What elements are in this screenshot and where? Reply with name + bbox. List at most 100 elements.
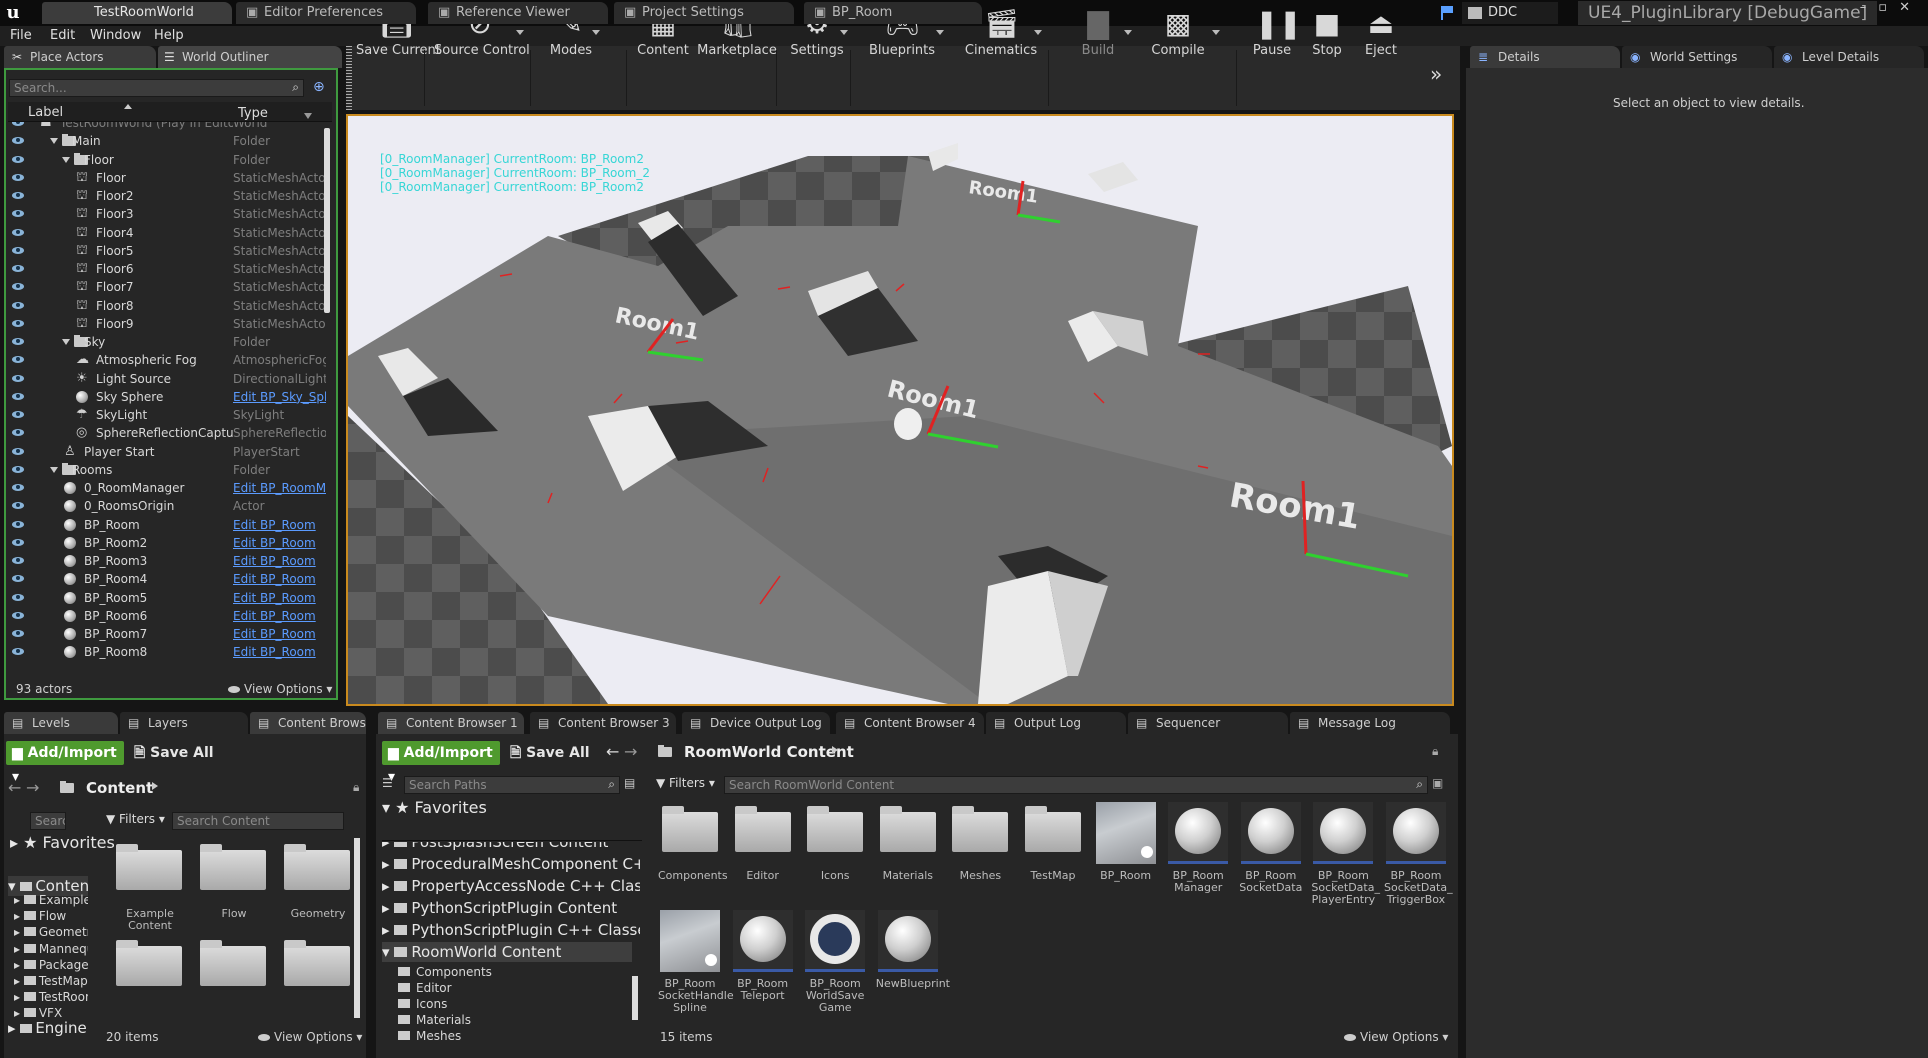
- tab-output-log[interactable]: ▤ Output Log: [986, 712, 1126, 734]
- expand-arrow-icon[interactable]: [62, 339, 70, 345]
- outliner-row[interactable]: ⛫ Floor5 StaticMeshActor: [8, 242, 326, 260]
- dropdown-caret-icon[interactable]: [592, 30, 600, 35]
- add-import-button[interactable]: ▆ Add/Import ▾: [382, 741, 500, 785]
- edit-blueprint-link[interactable]: Edit BP_Room: [233, 552, 326, 570]
- outliner-row[interactable]: Rooms Folder: [8, 461, 326, 479]
- visibility-eye-icon[interactable]: [12, 593, 24, 601]
- source-tree-item[interactable]: ▸ ProceduralMeshComponent C++ Classes: [382, 854, 640, 874]
- tab-place-actors[interactable]: ✂ Place Actors: [4, 46, 156, 68]
- outliner-row[interactable]: ◎ SphereReflectionCaptureSphereReflection…: [8, 424, 326, 442]
- outliner-row[interactable]: BP_Room8 Edit BP_Room: [8, 643, 326, 661]
- menu-help[interactable]: Help: [154, 28, 184, 43]
- dropdown-caret-icon[interactable]: [1124, 30, 1132, 35]
- source-tree-item[interactable]: ▸ PostSplashScreen Content: [382, 842, 608, 852]
- blueprint-asset[interactable]: NewBlueprint: [876, 910, 950, 990]
- expand-arrow-icon[interactable]: [50, 466, 58, 473]
- tab-world-outliner[interactable]: ☰ World Outliner: [158, 46, 342, 68]
- view-options-button[interactable]: View Options ▾: [1344, 1030, 1448, 1044]
- outliner-row[interactable]: Sky Sphere Edit BP_Sky_Sphere: [8, 388, 326, 406]
- source-subtree-item[interactable]: Materials: [398, 1012, 471, 1028]
- source-subtree-item[interactable]: Editor: [398, 980, 452, 996]
- outliner-row[interactable]: Main Folder: [8, 132, 326, 150]
- tab-content-browser-4[interactable]: ▤ Content Browser 4: [836, 712, 984, 734]
- visibility-eye-icon[interactable]: [12, 192, 24, 199]
- cb2-folder-asset[interactable]: Flow: [194, 840, 274, 920]
- visibility-eye-icon[interactable]: [12, 520, 24, 528]
- menu-window[interactable]: Window: [90, 28, 141, 43]
- source-subtree-item[interactable]: Components: [398, 964, 492, 980]
- visibility-eye-icon[interactable]: [12, 411, 24, 418]
- expand-arrow-icon[interactable]: [62, 156, 70, 163]
- edit-blueprint-link[interactable]: Edit BP_Room: [233, 570, 326, 588]
- visibility-eye-icon[interactable]: [12, 122, 24, 126]
- outliner-row[interactable]: ☁ Atmospheric Fog AtmosphericFog: [8, 351, 326, 369]
- outliner-row[interactable]: ☗ TestRoomWorld (Play In Editor) World: [8, 122, 326, 132]
- visibility-eye-icon[interactable]: [12, 575, 24, 583]
- folder-asset[interactable]: Materials: [876, 802, 940, 882]
- source-tree-item[interactable]: ▸ PropertyAccessNode C++ Classes: [382, 876, 640, 896]
- level-viewport[interactable]: Room1 Room1 Room1 Room1 [0_RoomManager] …: [346, 114, 1454, 706]
- build-button[interactable]: ▇ Build: [1062, 0, 1134, 64]
- minimize-icon[interactable]: –: [1860, 0, 1879, 15]
- content-search-input[interactable]: Search RoomWorld Content ⌕: [724, 776, 1428, 794]
- visibility-eye-icon[interactable]: [12, 173, 24, 181]
- tab-layers[interactable]: ▤ Layers: [120, 712, 248, 734]
- back-icon[interactable]: ←: [606, 742, 619, 761]
- visibility-eye-icon[interactable]: [12, 301, 24, 309]
- visibility-eye-icon[interactable]: [12, 155, 24, 163]
- edit-blueprint-link[interactable]: Edit BP_Room: [233, 607, 326, 625]
- save-all-button[interactable]: 🗎 Save All: [134, 741, 214, 765]
- folder-asset[interactable]: Components: [658, 802, 728, 882]
- tab-levels[interactable]: ▤ Levels: [4, 712, 118, 734]
- edit-blueprint-link[interactable]: Edit BP_Room: [233, 589, 326, 607]
- folder-asset[interactable]: Meshes: [948, 802, 1012, 882]
- folder-asset[interactable]: Icons: [803, 802, 867, 882]
- outliner-row[interactable]: ⛫ Floor2 StaticMeshActor: [8, 187, 326, 205]
- cb2-search-input[interactable]: Search Content: [172, 812, 344, 830]
- col-label-header[interactable]: Label: [28, 105, 63, 120]
- source-tree-item[interactable]: ▸ PythonScriptPlugin C++ Classes: [382, 920, 640, 940]
- eject-button[interactable]: ⏏ Eject: [1356, 0, 1406, 64]
- visibility-eye-icon[interactable]: [12, 137, 24, 145]
- folder-asset[interactable]: TestMap: [1021, 802, 1085, 882]
- doc-tab-2[interactable]: ▣ Reference Viewer: [428, 2, 608, 24]
- search-paths-input[interactable]: Search Paths ⌕: [404, 776, 620, 794]
- visibility-eye-icon[interactable]: [12, 538, 24, 546]
- tab-content-browser-2[interactable]: ▤ Content Browser 2: [250, 712, 366, 734]
- cb2-view-options[interactable]: View Options ▾: [258, 1030, 362, 1044]
- blueprint-asset[interactable]: BP_Room Teleport: [731, 910, 795, 1002]
- tab-level-details[interactable]: ◉ Level Details: [1774, 46, 1924, 68]
- visibility-eye-icon[interactable]: [12, 484, 24, 491]
- blueprint-asset[interactable]: BP_Room Manager: [1166, 802, 1230, 894]
- outliner-row[interactable]: ⛫ Floor4 StaticMeshActor: [8, 224, 326, 242]
- tab-content-browser-3[interactable]: ▤ Content Browser 3: [530, 712, 676, 734]
- cb2-folder-asset[interactable]: [110, 936, 190, 1004]
- maximize-icon[interactable]: ▫: [1878, 0, 1899, 15]
- outliner-row[interactable]: 0_RoomsOrigin Actor: [8, 497, 326, 515]
- lock-icon[interactable]: 🔒︎: [353, 780, 359, 795]
- cb2-tree-item[interactable]: ▸ Example Content: [14, 892, 88, 908]
- tab-world-settings[interactable]: ◉ World Settings: [1622, 46, 1772, 68]
- cb2-folder-asset[interactable]: [278, 936, 358, 1004]
- dropdown-caret-icon[interactable]: [516, 30, 524, 35]
- edit-blueprint-link[interactable]: Edit BP_Sky_Sphere: [233, 388, 326, 406]
- stop-button[interactable]: ■ Stop: [1304, 0, 1350, 64]
- outliner-row[interactable]: ⛫ Floor9 StaticMeshActor: [8, 315, 326, 333]
- path-roomworld-crumb[interactable]: RoomWorld Content: [684, 743, 854, 761]
- source-subtree-item[interactable]: Icons: [398, 996, 447, 1012]
- outliner-row[interactable]: BP_Room3 Edit BP_Room: [8, 552, 326, 570]
- visibility-eye-icon[interactable]: [12, 265, 24, 272]
- ue-logo-icon[interactable]: u: [2, 2, 24, 24]
- col-type-header[interactable]: Type: [238, 106, 268, 121]
- save-search-icon[interactable]: ▣: [1432, 776, 1443, 790]
- outliner-row[interactable]: ☀ Light Source DirectionalLight: [8, 370, 326, 388]
- blueprint-asset[interactable]: BP_Room SocketHandle Spline: [658, 910, 734, 1014]
- type-column-menu-icon[interactable]: [304, 113, 312, 119]
- visibility-eye-icon[interactable]: [12, 246, 24, 254]
- toolbar-overflow-icon[interactable]: »: [1430, 62, 1442, 86]
- outliner-row[interactable]: Floor Folder: [8, 151, 326, 169]
- outliner-view-options[interactable]: View Options ▾: [228, 682, 332, 696]
- edit-blueprint-link[interactable]: Edit BP_Room: [233, 516, 326, 534]
- tab-sequencer[interactable]: ▤ Sequencer: [1128, 712, 1288, 734]
- cb2-folder-asset[interactable]: Example Content: [110, 840, 190, 932]
